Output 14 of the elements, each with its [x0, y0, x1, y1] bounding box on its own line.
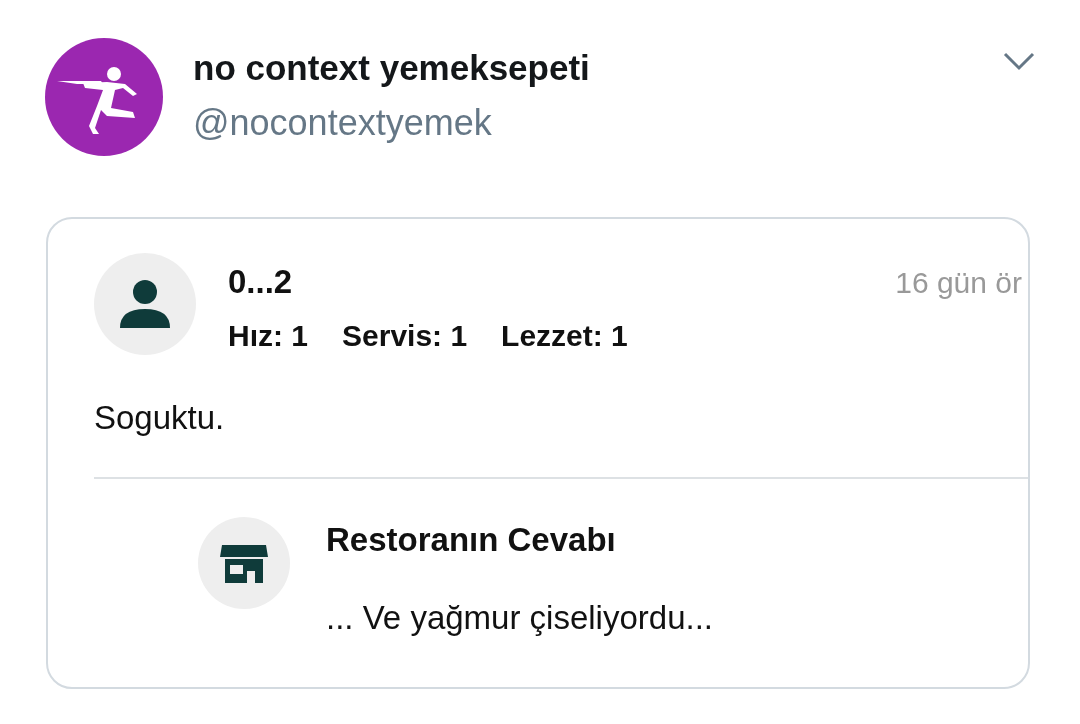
- account-name: no context yemeksepeti: [193, 48, 591, 88]
- rating-label: Hız: 1: [228, 319, 308, 353]
- reply-title: Restoranın Cevabı: [326, 521, 617, 559]
- rating-label: Servis: 1: [342, 319, 468, 353]
- reply-text: ... Ve yağmur çiseliyordu...: [326, 599, 713, 637]
- review-comment: Soguktu.: [94, 399, 226, 437]
- reviewer-name: 0...2: [228, 263, 293, 301]
- runner-logo-icon: [45, 38, 163, 156]
- chevron-down-icon[interactable]: [1002, 50, 1036, 72]
- review-time: 16 gün ör: [895, 266, 1022, 300]
- user-avatar-icon: [94, 253, 196, 355]
- account-handle: @nocontextyemek: [193, 102, 493, 144]
- rating-label: Lezzet: 1: [501, 319, 628, 353]
- store-avatar-icon: [198, 517, 290, 609]
